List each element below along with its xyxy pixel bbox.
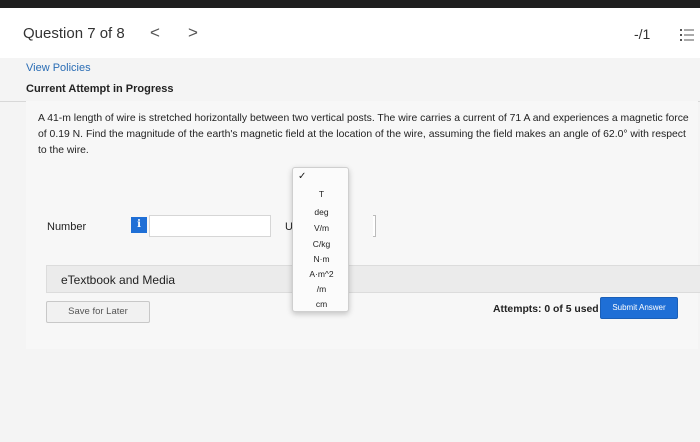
etextbook-media-button[interactable]: eTextbook and Media xyxy=(46,265,700,293)
units-dropdown[interactable]: ✓ T deg V/m C/kg N·m A·m^2 /m cm xyxy=(292,167,349,312)
units-option-a-m2[interactable]: A·m^2 xyxy=(293,269,350,279)
etextbook-media-label: eTextbook and Media xyxy=(61,273,176,287)
units-option-cm[interactable]: cm xyxy=(293,299,350,309)
units-option-t[interactable]: T xyxy=(293,189,350,199)
question-card: A 41-m length of wire is stretched horiz… xyxy=(26,101,700,349)
units-option-deg[interactable]: deg xyxy=(293,207,350,217)
number-label: Number xyxy=(47,221,87,233)
next-question-icon[interactable]: > xyxy=(188,23,198,43)
number-input[interactable] xyxy=(149,215,271,237)
submit-answer-button[interactable]: Submit Answer xyxy=(600,297,678,319)
checkmark-icon: ✓ xyxy=(298,171,307,182)
units-option-per-m[interactable]: /m xyxy=(293,284,350,294)
units-option-v-per-m[interactable]: V/m xyxy=(293,223,350,233)
top-bar xyxy=(0,0,700,8)
question-text: A 41-m length of wire is stretched horiz… xyxy=(38,113,689,156)
save-for-later-button[interactable]: Save for Later xyxy=(46,301,150,323)
question-title: Question 7 of 8 xyxy=(23,25,125,42)
attempts-counter: Attempts: 0 of 5 used xyxy=(493,304,599,315)
units-option-n-m[interactable]: N·m xyxy=(293,254,350,264)
score-display: -/1 xyxy=(634,26,651,42)
question-header: Question 7 of 8 < > -/1 xyxy=(0,8,700,58)
units-option-c-per-kg[interactable]: C/kg xyxy=(293,239,350,249)
previous-question-icon[interactable]: < xyxy=(150,23,160,43)
info-icon[interactable]: i xyxy=(131,217,147,233)
attempt-status: Current Attempt in Progress xyxy=(26,83,174,95)
view-policies-link[interactable]: View Policies xyxy=(26,62,91,74)
units-select[interactable] xyxy=(373,215,376,237)
question-list-icon[interactable] xyxy=(680,28,694,42)
content-area: View Policies Current Attempt in Progres… xyxy=(0,58,700,442)
